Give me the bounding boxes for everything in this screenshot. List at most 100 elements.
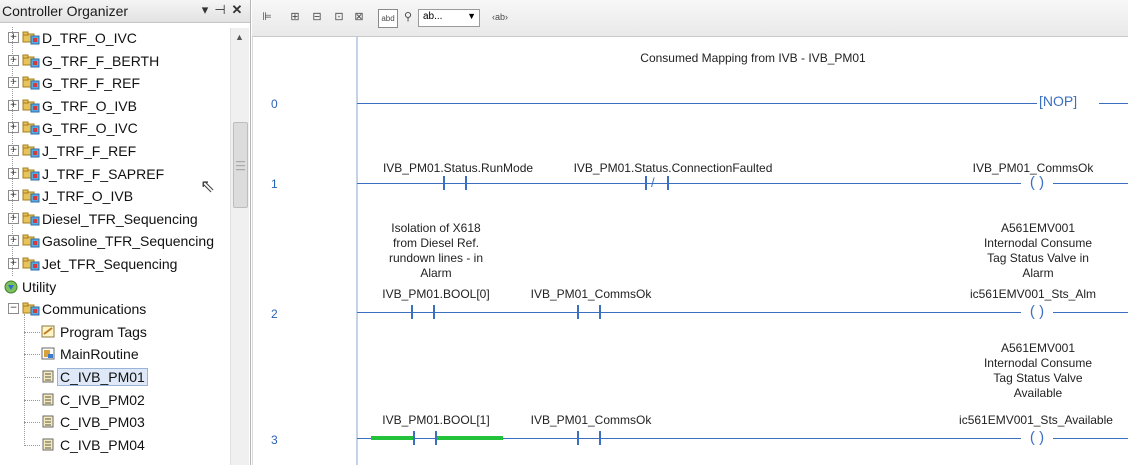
pin-icon[interactable]: ⊣ xyxy=(213,2,227,18)
contact-tag[interactable]: IVB_PM01.Status.RunMode xyxy=(363,161,553,175)
coil-tag[interactable]: IVB_PM01_CommsOk xyxy=(943,161,1123,175)
coil-tag[interactable]: ic561EMV001_Sts_Alm xyxy=(943,287,1123,301)
tree-item-program[interactable]: + Diesel_TFR_Sequencing xyxy=(0,208,230,230)
abc-icon[interactable]: abd xyxy=(378,9,398,28)
contact-xio-icon[interactable]: ⊠ xyxy=(350,9,368,26)
expand-icon[interactable]: + xyxy=(8,258,19,269)
tree-item-program[interactable]: + G_TRF_F_BERTH xyxy=(0,50,230,72)
xic-contact[interactable] xyxy=(411,305,435,319)
ladder-editor: ⊫ ⊞ ⊟ ⊡ ⊠ abd ⚲ ab... ▼ ‹ab› Consumed Ma… xyxy=(252,0,1128,465)
energized-wire xyxy=(371,436,415,440)
contact-xic-icon[interactable]: ⊡ xyxy=(330,9,348,26)
tree-item-program[interactable]: Utility xyxy=(0,276,230,298)
tree-item-label: C_IVB_PM03 xyxy=(60,414,145,430)
expand-icon[interactable]: + xyxy=(8,77,19,88)
tree-item-label: J_TRF_F_REF xyxy=(42,143,137,159)
contact-tag[interactable]: IVB_PM01.BOOL[1] xyxy=(371,413,501,427)
tree-item-label: Utility xyxy=(22,279,57,295)
tree-item-label: Program Tags xyxy=(60,324,147,340)
expand-icon[interactable]: + xyxy=(8,122,19,133)
expand-icon[interactable]: + xyxy=(8,190,19,201)
rung-number[interactable]: 0 xyxy=(271,97,278,111)
xic-contact[interactable] xyxy=(577,431,601,445)
tree-item-routine[interactable]: C_IVB_PM04 xyxy=(0,434,230,456)
tree-item-program[interactable]: + J_TRF_O_IVB xyxy=(0,185,230,207)
tree-item-routine[interactable]: C_IVB_PM02 xyxy=(0,389,230,411)
xic-contact[interactable] xyxy=(577,305,601,319)
contact-tag[interactable]: IVB_PM01.Status.ConnectionFaulted xyxy=(563,161,783,175)
branch-icon[interactable]: ⊞ xyxy=(286,9,304,26)
desc-line: Internodal Consume xyxy=(983,236,1093,250)
tree-item-routine[interactable]: C_IVB_PM03 xyxy=(0,411,230,433)
rung-number[interactable]: 1 xyxy=(271,177,278,191)
tree-item-program[interactable]: + Gasoline_TFR_Sequencing xyxy=(0,230,230,252)
energized-wire xyxy=(435,436,503,440)
expand-icon[interactable]: + xyxy=(8,32,19,43)
program-folder-icon xyxy=(22,53,40,68)
tree-item-label: Communications xyxy=(42,301,147,317)
organizer-scrollbar[interactable]: ▲ — — — xyxy=(230,28,249,465)
rung-icon[interactable]: ⊫ xyxy=(258,9,276,26)
tree-item-label: G_TRF_O_IVB xyxy=(42,98,137,114)
expand-icon[interactable]: + xyxy=(8,213,19,224)
desc-line: Internodal Consume xyxy=(983,356,1093,370)
organizer-title: Controller Organizer xyxy=(2,3,129,19)
tag-icon[interactable]: ‹ab› xyxy=(486,9,514,26)
tree-item-program[interactable]: + D_TRF_O_IVC xyxy=(0,27,230,49)
collapse-icon[interactable]: − xyxy=(8,303,19,314)
tree-item-program[interactable]: + J_TRF_F_SAPREF xyxy=(0,163,230,185)
rung-number[interactable]: 3 xyxy=(271,433,278,447)
xio-contact[interactable]: / xyxy=(645,175,669,190)
tree-item-program[interactable]: + G_TRF_F_REF xyxy=(0,72,230,94)
expand-icon[interactable]: + xyxy=(8,100,19,111)
expand-icon[interactable]: + xyxy=(8,235,19,246)
program-folder-icon xyxy=(22,233,40,248)
rung-number[interactable]: 2 xyxy=(271,307,278,321)
tree-connector xyxy=(24,332,40,333)
tree-item-program[interactable]: + J_TRF_F_REF xyxy=(0,140,230,162)
expand-icon[interactable]: + xyxy=(8,168,19,179)
nop-label: NOP xyxy=(1042,93,1074,109)
close-icon[interactable]: ✕ xyxy=(230,2,244,18)
xic-contact[interactable] xyxy=(413,431,437,445)
pin-icon[interactable]: ⚲ xyxy=(399,9,417,26)
element-combo[interactable]: ab... ▼ xyxy=(418,9,480,27)
tree-connector xyxy=(24,422,40,423)
tree-item-routine[interactable]: MainRoutine xyxy=(0,343,230,365)
tree-item-label: G_TRF_O_IVC xyxy=(42,120,138,136)
scroll-up-arrow-icon[interactable]: ▲ xyxy=(235,32,244,42)
routine-icon xyxy=(40,437,56,452)
contact-tag[interactable]: IVB_PM01_CommsOk xyxy=(511,413,671,427)
nop-instruction[interactable]: [NOP] xyxy=(1039,93,1077,109)
xic-contact[interactable] xyxy=(443,176,467,190)
contact-tag[interactable]: IVB_PM01.BOOL[0] xyxy=(371,287,501,301)
ote-coil[interactable]: ( ) xyxy=(1021,175,1053,191)
expand-icon[interactable]: + xyxy=(8,145,19,156)
rung-wire xyxy=(357,312,1128,313)
ote-coil[interactable]: ( ) xyxy=(1021,304,1053,320)
coil-description: A561EMV001 Internodal Consume Tag Status… xyxy=(953,341,1123,401)
scrollbar-thumb[interactable]: — — — xyxy=(233,122,248,208)
ote-coil[interactable]: ( ) xyxy=(1021,430,1053,446)
project-tree: + D_TRF_O_IVC + G_TRF_F_BERTH + G_TRF_F_REF + G… xyxy=(0,27,230,465)
contact-tag[interactable]: IVB_PM01_CommsOk xyxy=(511,287,671,301)
ladder-area[interactable]: Consumed Mapping from IVB - IVB_PM01 0 [… xyxy=(252,37,1128,465)
tree-item-program[interactable]: + Jet_TFR_Sequencing xyxy=(0,253,230,275)
tree-item-program[interactable]: − Communications xyxy=(0,298,230,320)
tree-item-routine[interactable]: Program Tags xyxy=(0,321,230,343)
dropdown-icon[interactable]: ▾ xyxy=(198,2,212,18)
tree-item-program[interactable]: + G_TRF_O_IVC xyxy=(0,117,230,139)
branch-level-icon[interactable]: ⊟ xyxy=(308,9,326,26)
rung-wire xyxy=(357,183,1128,184)
tree-connector xyxy=(24,400,40,401)
coil-tag[interactable]: ic561EMV001_Sts_Available xyxy=(943,413,1128,427)
tree-item-program[interactable]: + G_TRF_O_IVB xyxy=(0,95,230,117)
program-folder-icon xyxy=(22,98,40,113)
chevron-down-icon[interactable]: ▼ xyxy=(467,11,476,21)
expand-icon[interactable]: + xyxy=(8,55,19,66)
routine-icon xyxy=(40,392,56,407)
tree-item-routine[interactable]: C_IVB_PM01 xyxy=(0,366,230,388)
desc-line: Isolation of X618 xyxy=(391,221,481,235)
grip-icon: — — — xyxy=(236,156,245,174)
tree-item-label: MainRoutine xyxy=(60,346,139,362)
